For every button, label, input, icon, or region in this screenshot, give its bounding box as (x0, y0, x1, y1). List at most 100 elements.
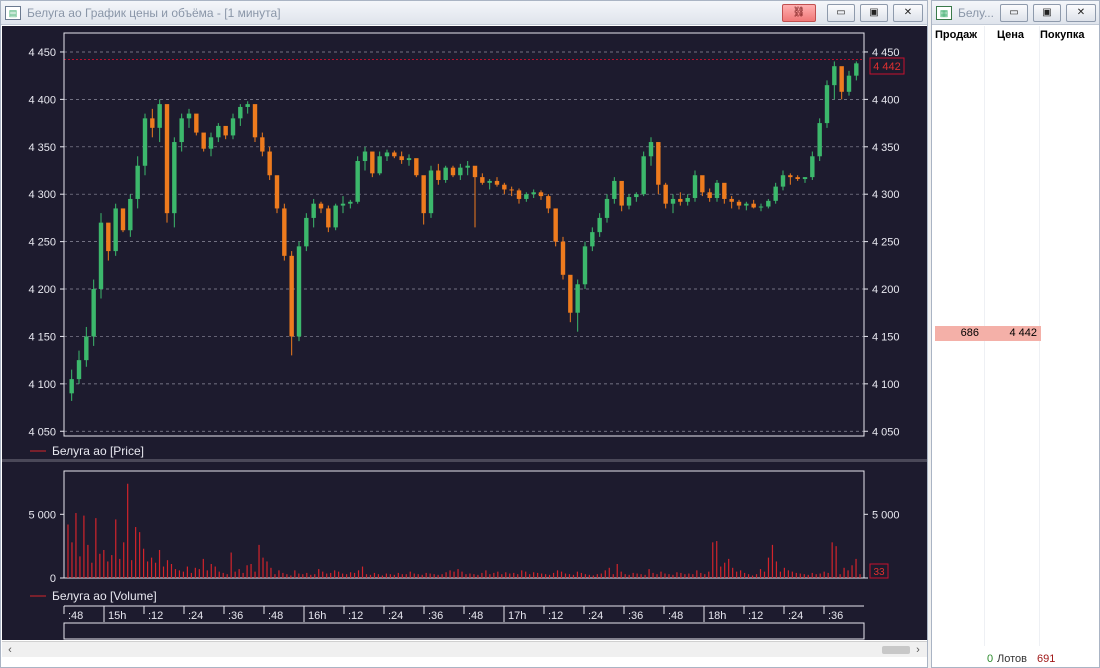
restore-button[interactable]: ▣ (860, 4, 888, 22)
candle-body (282, 208, 287, 256)
candle-body (172, 142, 177, 214)
candle-body (810, 156, 815, 178)
time-tick-label: :12 (548, 610, 563, 622)
candle-body (685, 197, 690, 202)
candle-body (384, 152, 390, 157)
column-buy[interactable]: Покупка (1040, 29, 1098, 41)
price-tick-label-right: 4 350 (872, 142, 900, 154)
candle-body (648, 142, 654, 157)
price-plot-frame (63, 32, 865, 437)
close-button[interactable]: ✕ (893, 4, 923, 22)
volume-legend-label: Белуга ао [Volume] (52, 589, 157, 603)
candle-body (641, 156, 646, 195)
link-button[interactable]: ⛓ (782, 4, 816, 22)
candlestick-series (69, 61, 859, 401)
chart-area[interactable]: 4 450 4 450 4 400 4 400 4 350 4 350 4 300 4 300… (2, 26, 927, 640)
candle-body (817, 123, 822, 157)
candle-body (502, 184, 507, 190)
pane-divider[interactable] (2, 459, 927, 462)
column-price[interactable]: Цена (997, 29, 1037, 41)
candle-body (392, 152, 397, 157)
candle-body (443, 167, 448, 180)
time-tick-label: :12 (348, 610, 363, 622)
candle-body (560, 241, 566, 275)
candle-body (333, 205, 338, 228)
candle-body (355, 161, 360, 202)
candle-body (260, 137, 265, 152)
candle-body (238, 106, 243, 119)
candle-body (582, 246, 588, 285)
price-legend-label: Белуга ао [Price] (52, 444, 144, 458)
price-tick-label-left: 4 150 (28, 331, 56, 343)
chart-window-title: Белуга ао График цены и объёма - [1 мину… (27, 6, 281, 20)
candle-body (692, 175, 698, 198)
candle-body (252, 104, 258, 138)
time-tick-label: :36 (828, 610, 843, 622)
price-tick-label-left: 4 450 (28, 47, 56, 59)
orderbook-minimize-button[interactable]: ▭ (1000, 4, 1028, 22)
price-tick-label-left: 4 350 (28, 142, 56, 154)
minimize-button[interactable]: ▭ (827, 4, 855, 22)
time-axis: :48 15h:12:24:36:48 16h:12:24:36:48 17h:12:… (63, 605, 865, 640)
price-tick-label-right: 4 450 (872, 47, 900, 59)
footer-total: 691 (1037, 653, 1056, 665)
column-sell[interactable]: Продаж (935, 29, 985, 41)
price-tick-label-left: 4 250 (28, 237, 56, 249)
orderbook-row[interactable]: 686 4 442 (935, 326, 1041, 341)
candle-body (186, 113, 192, 119)
candle-body (634, 194, 639, 198)
orderbook-titlebar[interactable]: ▦ Белу... ▭ ▣ ✕ (932, 1, 1099, 25)
candle-body (223, 125, 228, 136)
candle-body (458, 167, 463, 176)
price-tick-label-right: 4 050 (872, 426, 900, 438)
candle-body (531, 192, 536, 195)
candle-body (590, 232, 595, 247)
candle-body (832, 66, 837, 86)
candle-body (736, 201, 742, 206)
candle-body (824, 85, 830, 124)
time-tick-label: :12 (148, 610, 163, 622)
candle-body (120, 208, 126, 231)
candle-body (744, 203, 749, 206)
price-grid (64, 51, 864, 432)
time-tick-label: :24 (588, 610, 603, 622)
time-tick-label: :48 (68, 610, 83, 622)
time-axis-bottom-frame (63, 622, 865, 640)
candle-body (788, 175, 793, 178)
candle-body (340, 203, 346, 206)
candle-body (516, 190, 522, 199)
orderbook-restore-button[interactable]: ▣ (1033, 4, 1061, 22)
horizontal-scrollbar[interactable]: ‹ › (2, 641, 927, 657)
scroll-left-icon[interactable]: ‹ (4, 644, 16, 656)
orderbook-window: ▦ Белу... ▭ ▣ ✕ Продаж Цена Покупка 686 … (931, 0, 1100, 668)
volume-tick-label-right: 5 000 (872, 509, 900, 521)
candle-body (128, 198, 133, 231)
candle-body (304, 217, 309, 247)
scroll-thumb[interactable] (882, 646, 910, 654)
candle-body (230, 118, 236, 136)
time-tick-label: 17h (508, 610, 526, 622)
candle-body (766, 200, 771, 207)
time-tick-label: :36 (228, 610, 243, 622)
chart-titlebar[interactable]: ▤ Белуга ао График цены и объёма - [1 ми… (1, 1, 927, 25)
candle-body (670, 198, 676, 204)
orderbook-header: Продаж Цена Покупка (932, 26, 1099, 44)
row-price: 4 442 (1009, 327, 1037, 339)
orderbook-close-button[interactable]: ✕ (1066, 4, 1096, 22)
time-tick-label: 18h (708, 610, 726, 622)
candle-body (370, 151, 375, 174)
candle-body (157, 104, 162, 128)
candle-body (296, 246, 302, 337)
candle-body (348, 201, 353, 204)
time-tick-label: 16h (308, 610, 326, 622)
time-tick-label: :36 (628, 610, 643, 622)
price-tick-label-left: 4 400 (28, 94, 56, 106)
candle-body (604, 198, 610, 218)
chart-canvas[interactable]: 4 450 4 450 4 400 4 400 4 350 4 350 4 300 4 300… (2, 26, 927, 640)
time-tick-label: :24 (788, 610, 803, 622)
candle-body (377, 156, 382, 174)
scroll-right-icon[interactable]: › (912, 644, 924, 656)
candle-body (854, 63, 859, 76)
candle-body (729, 198, 734, 202)
candle-body (84, 336, 89, 361)
